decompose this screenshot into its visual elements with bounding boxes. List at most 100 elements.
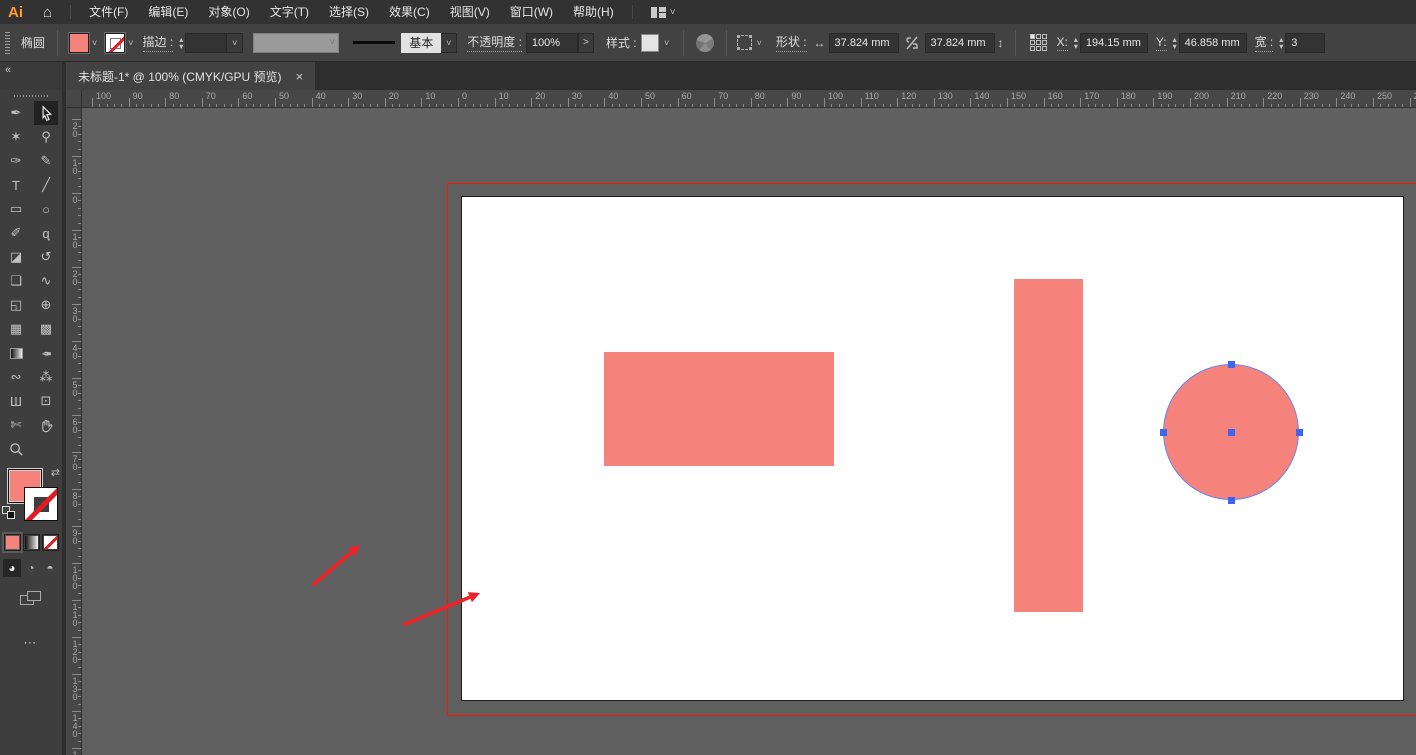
eyedropper-tool[interactable]: ✒: [34, 341, 58, 365]
workspace-switcher[interactable]: ˅: [651, 7, 676, 18]
mesh-tool[interactable]: ▩: [34, 317, 58, 341]
vertical-ruler[interactable]: 2010010203040506070809010011012013014015…: [66, 108, 82, 755]
panel-grip[interactable]: [4, 32, 11, 54]
shape-width-field[interactable]: 37.824 mm: [829, 33, 899, 53]
pasteboard[interactable]: [82, 108, 1416, 755]
opacity-field[interactable]: 100%: [526, 33, 578, 53]
lasso-tool[interactable]: ⚲: [34, 125, 58, 149]
column-graph-tool[interactable]: Ш: [4, 389, 28, 413]
stroke-swatch-indicator[interactable]: [24, 487, 58, 521]
document-tab[interactable]: 未标题-1* @ 100% (CMYK/GPU 预览) ×: [66, 62, 315, 90]
stepper-down-icon[interactable]: ▾: [179, 43, 183, 50]
paintbrush-tool[interactable]: ✐: [4, 221, 28, 245]
anchor-handle[interactable]: [1296, 429, 1303, 436]
hand-tool[interactable]: [34, 413, 58, 437]
shape-height-field[interactable]: 37.824 mm: [925, 33, 995, 53]
y-label[interactable]: Y:: [1156, 35, 1167, 51]
fill-swatch[interactable]: [69, 33, 89, 53]
toolbar-drag-handle[interactable]: [14, 93, 48, 99]
brush-definition-dropdown[interactable]: ˅: [441, 33, 457, 53]
shape-label[interactable]: 形状 :: [776, 33, 807, 52]
graphic-style-swatch[interactable]: [641, 34, 659, 52]
collapse-icon[interactable]: «: [5, 64, 11, 76]
close-icon[interactable]: ×: [296, 69, 304, 84]
fill-color-button[interactable]: ˅: [69, 33, 99, 53]
toolbar-collapse[interactable]: «: [0, 62, 62, 90]
edit-toolbar-icon[interactable]: ⋯: [0, 635, 62, 651]
reference-point-locator[interactable]: [1030, 34, 1047, 51]
menu-item-5[interactable]: 效果(C): [379, 0, 440, 24]
w-field[interactable]: 3: [1285, 33, 1325, 53]
w-label[interactable]: 宽 :: [1255, 33, 1274, 52]
anchor-handle[interactable]: [1228, 361, 1235, 368]
stroke-weight-label[interactable]: 描边 :: [143, 33, 174, 52]
stepper-down-icon[interactable]: ▾: [1074, 43, 1078, 50]
color-button[interactable]: [4, 534, 21, 551]
stroke-weight-stepper[interactable]: ▴ ▾: [179, 36, 183, 50]
perspective-grid-tool[interactable]: ▦: [4, 317, 28, 341]
rectangle-tool[interactable]: ▭: [4, 197, 28, 221]
coral-rectangle-shape[interactable]: [604, 352, 834, 466]
home-icon[interactable]: ⌂: [33, 4, 62, 21]
draw-inside-icon[interactable]: ◓: [41, 559, 59, 577]
menu-item-8[interactable]: 帮助(H): [563, 0, 624, 24]
live-paint-bucket-tool[interactable]: ⊕: [34, 293, 58, 317]
x-label[interactable]: X:: [1057, 35, 1068, 51]
symbol-sprayer-tool[interactable]: ⁂: [34, 365, 58, 389]
graphic-style-dropdown[interactable]: ˅: [659, 33, 675, 53]
default-fill-stroke-icon[interactable]: [2, 506, 15, 519]
stepper-down-icon[interactable]: ▾: [1173, 43, 1177, 50]
ellipse-tool[interactable]: ○: [34, 197, 58, 221]
w-stepper[interactable]: ▴ ▾: [1279, 36, 1283, 50]
y-stepper[interactable]: ▴ ▾: [1173, 36, 1177, 50]
stroke-weight-dropdown[interactable]: ˅: [227, 33, 243, 53]
magic-wand-tool[interactable]: ✶: [4, 125, 28, 149]
center-point-handle[interactable]: [1228, 429, 1235, 436]
curvature-tool[interactable]: ✎: [34, 149, 58, 173]
artboard-tool[interactable]: ⊡: [34, 389, 58, 413]
none-button[interactable]: [42, 534, 59, 551]
menu-item-4[interactable]: 选择(S): [319, 0, 379, 24]
blend-tool[interactable]: ∾: [4, 365, 28, 389]
stroke-none-swatch[interactable]: [105, 33, 125, 53]
stepper-down-icon[interactable]: ▾: [1279, 43, 1283, 50]
menu-item-2[interactable]: 对象(O): [198, 0, 259, 24]
chevron-down-icon[interactable]: ˅: [128, 38, 133, 48]
menu-item-3[interactable]: 文字(T): [260, 0, 319, 24]
rotate-tool[interactable]: ↺: [34, 245, 58, 269]
slice-tool[interactable]: ✄: [4, 413, 28, 437]
draw-normal-icon[interactable]: ◕: [3, 559, 21, 577]
shape-builder-tool[interactable]: ◱: [4, 293, 28, 317]
menu-item-6[interactable]: 视图(V): [440, 0, 500, 24]
opacity-label[interactable]: 不透明度 :: [467, 33, 522, 52]
stroke-color-button[interactable]: ˅: [105, 33, 135, 53]
eraser-tool[interactable]: ◪: [4, 245, 28, 269]
line-segment-tool[interactable]: ╱: [34, 173, 58, 197]
type-tool[interactable]: T: [4, 173, 28, 197]
add-anchor-pen-tool[interactable]: ✒: [4, 101, 28, 125]
menu-item-0[interactable]: 文件(F): [79, 0, 138, 24]
y-field[interactable]: 46.858 mm: [1179, 33, 1247, 53]
swap-fill-stroke-icon[interactable]: ⇄: [51, 466, 60, 479]
coral-vertical-bar-shape[interactable]: [1014, 279, 1083, 612]
draw-behind-icon[interactable]: ◔: [22, 559, 40, 577]
menu-item-7[interactable]: 窗口(W): [500, 0, 563, 24]
recolor-artwork-icon[interactable]: [696, 34, 714, 52]
gradient-tool[interactable]: [4, 341, 28, 365]
menu-item-1[interactable]: 编辑(E): [138, 0, 198, 24]
pen-tool[interactable]: ✑: [4, 149, 28, 173]
brush-definition-value[interactable]: 基本: [401, 33, 441, 53]
selection-tool[interactable]: [34, 101, 58, 125]
ruler-corner[interactable]: [66, 90, 82, 108]
gradient-button[interactable]: [23, 534, 40, 551]
opacity-expand-button[interactable]: >: [578, 33, 594, 53]
screen-mode-icon[interactable]: [20, 591, 42, 607]
x-stepper[interactable]: ▴ ▾: [1074, 36, 1078, 50]
shaper-tool[interactable]: ɋ: [34, 221, 58, 245]
chevron-down-icon[interactable]: ˅: [757, 38, 762, 48]
x-field[interactable]: 194.15 mm: [1080, 33, 1148, 53]
align-options-icon[interactable]: [737, 35, 752, 50]
horizontal-ruler[interactable]: 1009080706050403020100102030405060708090…: [82, 90, 1416, 108]
anchor-handle[interactable]: [1228, 497, 1235, 504]
scale-tool[interactable]: ❏: [4, 269, 28, 293]
